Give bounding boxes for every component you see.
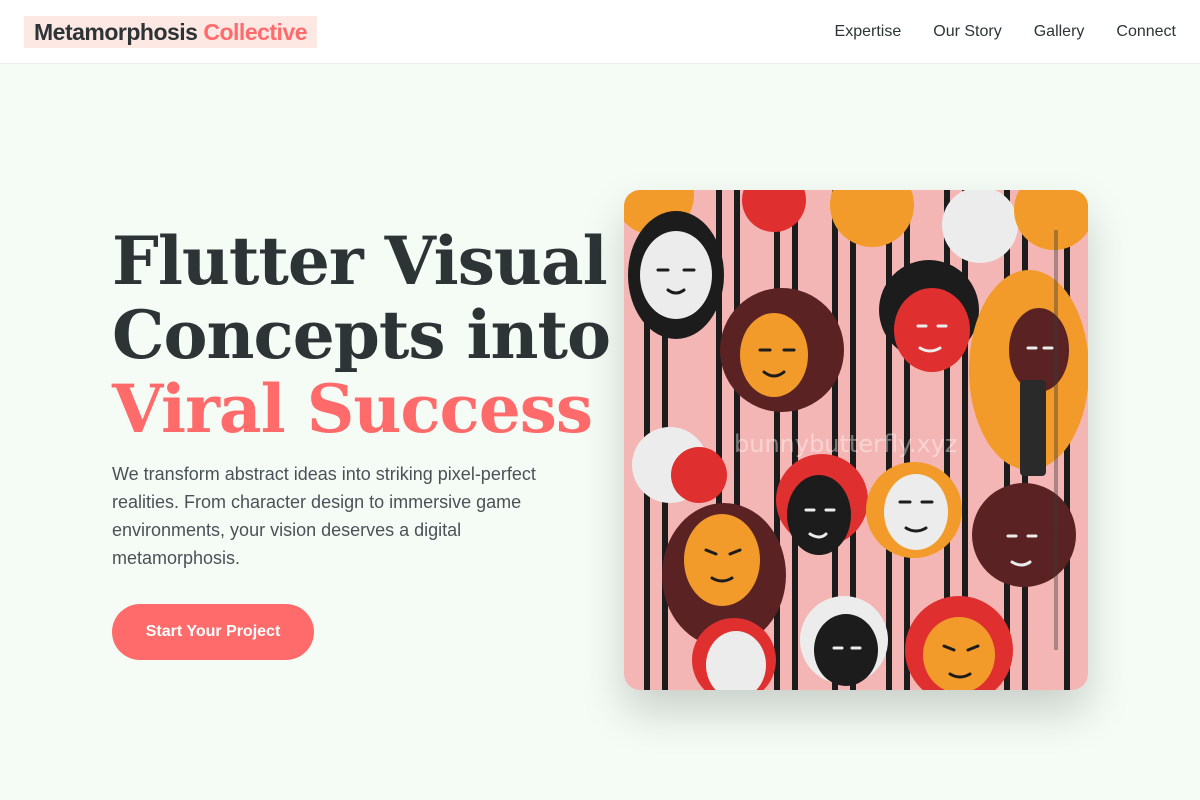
hero-title-line-1: Flutter Visual (112, 222, 608, 300)
logo[interactable]: Metamorphosis Collective (24, 16, 318, 48)
nav-link-connect[interactable]: Connect (1116, 23, 1176, 41)
hero-description: We transform abstract ideas into strikin… (112, 464, 536, 568)
hero-title-accent: Viral Success (112, 370, 593, 448)
nav-link-gallery[interactable]: Gallery (1034, 23, 1085, 41)
logo-primary-text: Metamorphosis (34, 19, 198, 45)
nav-link-our-story[interactable]: Our Story (933, 23, 1001, 41)
main-nav: Expertise Our Story Gallery Connect (835, 0, 1176, 64)
hero-artwork-image: bunnybutterfly.xyz (624, 190, 1088, 690)
site-header: Metamorphosis Collective Expertise Our S… (0, 0, 1200, 64)
nav-link-expertise[interactable]: Expertise (835, 23, 902, 41)
start-project-button[interactable]: Start Your Project (112, 604, 314, 660)
artwork-watermark: bunnybutterfly.xyz (734, 430, 958, 458)
logo-accent-text: Collective (203, 19, 308, 45)
hero-title-line-2: Concepts into (112, 296, 611, 374)
hero-title: Flutter Visual Concepts into Viral Succe… (112, 222, 611, 448)
